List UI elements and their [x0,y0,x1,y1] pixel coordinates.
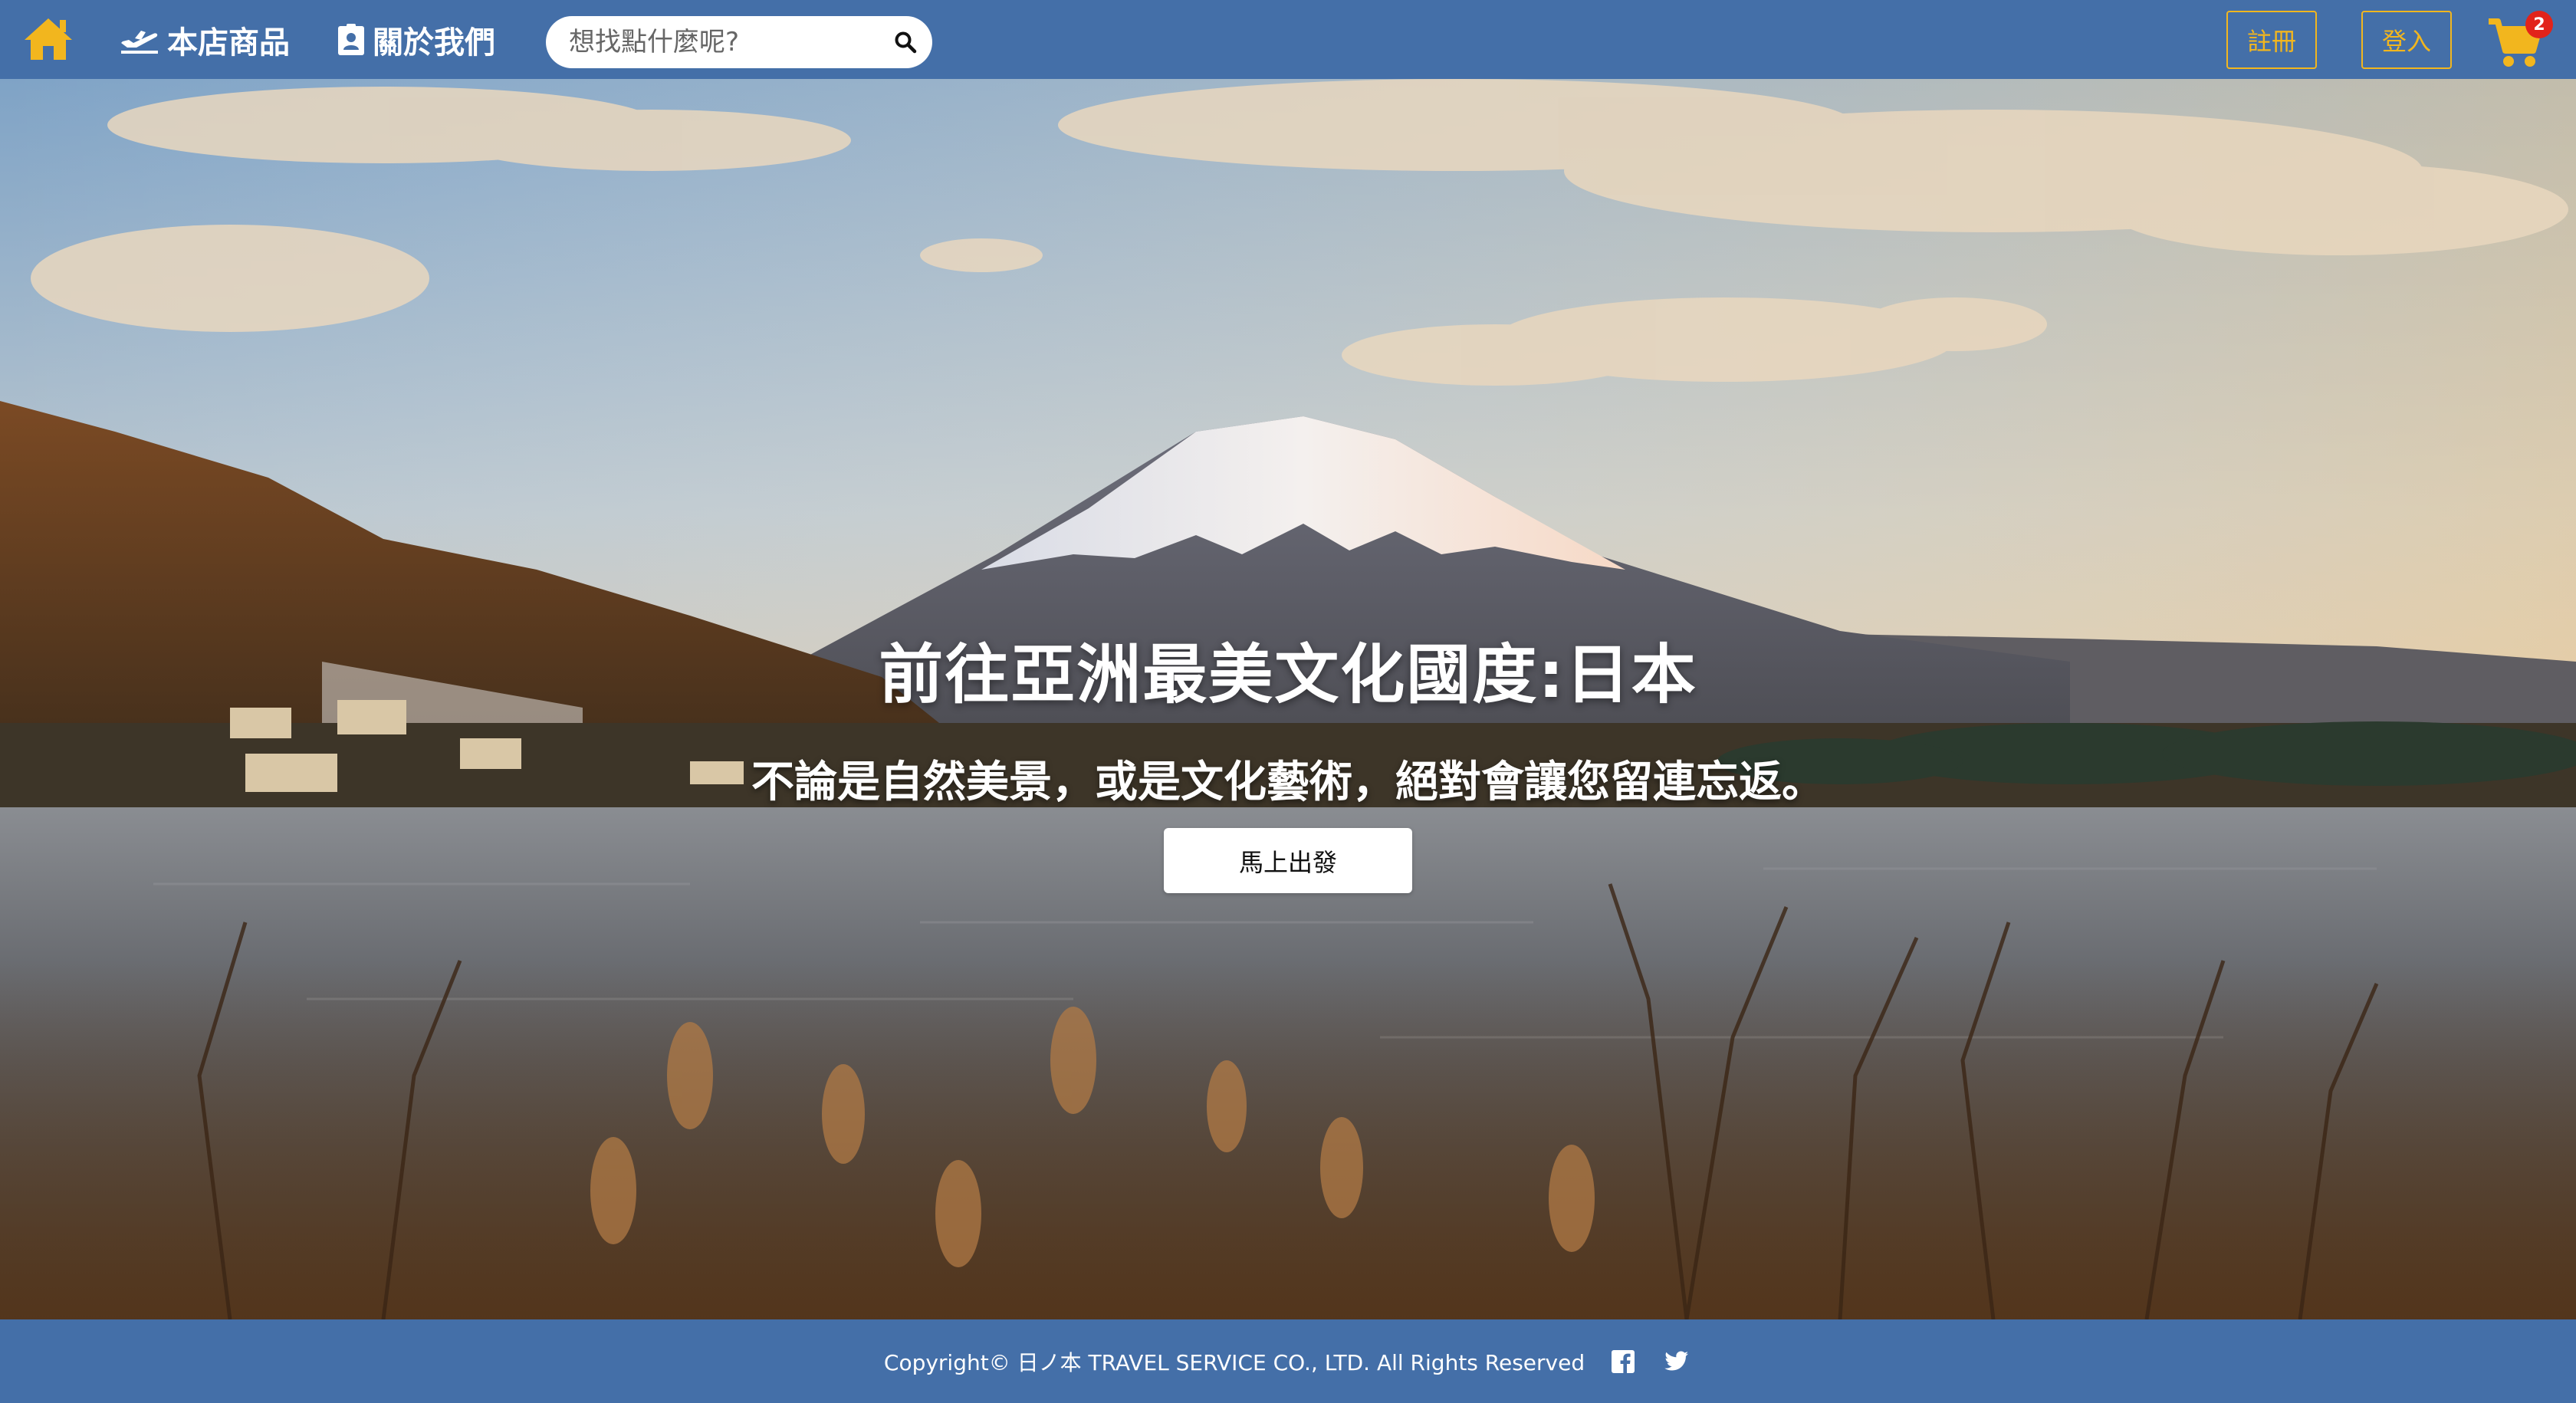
id-badge-icon [338,24,364,55]
navbar: 本店商品 關於我們 註冊 登入 2 [0,0,2576,79]
search-bar [546,16,932,68]
copyright-text: Copyright© 日ノ本 TRAVEL SERVICE CO., LTD. … [883,1349,1585,1375]
search-button[interactable] [894,27,917,58]
cart-button[interactable]: 2 [2484,11,2553,72]
hero-title: 前往亞洲最美文化國度:日本 [879,637,1697,712]
cart-count-badge: 2 [2525,11,2553,38]
home-icon [25,18,72,60]
facebook-link[interactable] [1608,1346,1638,1377]
twitter-link[interactable] [1661,1346,1692,1377]
search-input[interactable] [569,27,894,58]
twitter-icon [1664,1351,1689,1370]
nav-products[interactable]: 本店商品 [120,17,290,63]
register-button[interactable]: 註冊 [2226,11,2317,69]
search-icon [895,31,917,54]
nav-about-label: 關於我們 [373,25,495,61]
start-button[interactable]: 馬上出發 [1164,828,1412,893]
home-link[interactable] [21,14,75,63]
nav-about[interactable]: 關於我們 [337,17,495,63]
plane-departure-icon [121,31,158,54]
login-button[interactable]: 登入 [2361,11,2452,69]
hero-subtitle: 不論是自然美景，或是文化藝術，絕對會讓您留連忘返。 [751,757,1825,807]
hero-banner: 前往亞洲最美文化國度:日本 不論是自然美景，或是文化藝術，絕對會讓您留連忘返。 … [0,79,2576,1319]
nav-products-label: 本店商品 [167,25,290,61]
facebook-icon [1612,1349,1635,1373]
footer: Copyright© 日ノ本 TRAVEL SERVICE CO., LTD. … [0,1319,2576,1403]
